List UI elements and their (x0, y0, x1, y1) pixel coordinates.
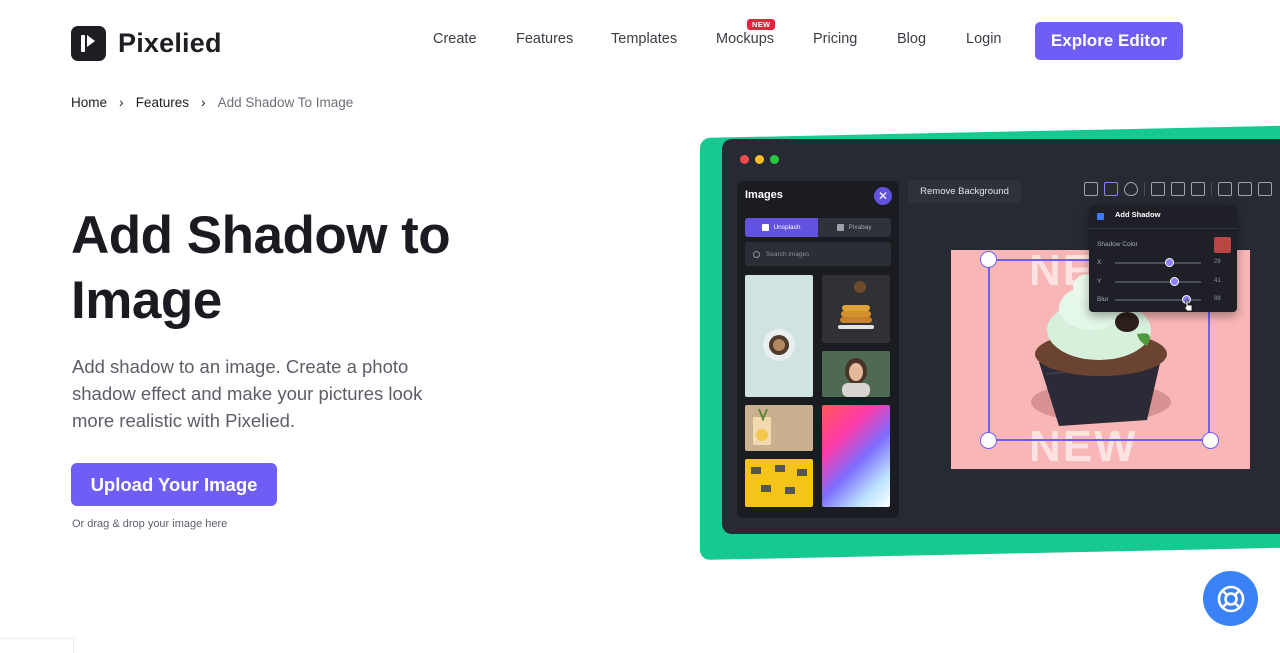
add-shadow-checkbox[interactable] (1097, 213, 1104, 220)
nav-pricing[interactable]: Pricing (813, 31, 857, 47)
panel-divider (1089, 228, 1237, 229)
search-icon (753, 250, 760, 258)
slider-x-knob[interactable] (1164, 258, 1174, 267)
pointer-cursor-icon (1183, 299, 1193, 312)
tab-unsplash[interactable]: Unsplash (745, 218, 818, 237)
slider-x-value: 28 (1214, 259, 1221, 265)
hero-description: Add shadow to an image. Create a photo s… (72, 356, 423, 431)
slider-y-value: 41 (1214, 278, 1221, 284)
remove-background-button[interactable]: Remove Background (908, 180, 1021, 203)
nav-features[interactable]: Features (516, 31, 573, 47)
editor-toolbar (1084, 182, 1272, 196)
drag-drop-hint: Or drag & drop your image here (72, 518, 228, 530)
chevron-right-icon: › (119, 94, 124, 110)
resize-handle-top-left[interactable] (980, 251, 997, 268)
shadow-icon[interactable] (1104, 182, 1118, 196)
coffee-photo (763, 329, 795, 361)
close-icon[interactable]: ✕ (874, 187, 892, 205)
slider-x-track[interactable] (1115, 262, 1201, 264)
pixabay-icon (837, 224, 845, 231)
image-thumbnail[interactable] (745, 275, 813, 397)
lock-icon[interactable] (1218, 182, 1232, 196)
layers-icon[interactable] (1171, 182, 1185, 196)
trash-icon[interactable] (1258, 182, 1272, 196)
unsplash-icon (762, 224, 770, 231)
lifebuoy-icon (1217, 585, 1244, 612)
align-icon[interactable] (1151, 182, 1165, 196)
upload-image-button[interactable]: Upload Your Image (71, 463, 277, 506)
minimize-dot-icon (755, 155, 764, 164)
toolbar-divider (1144, 182, 1145, 196)
add-shadow-label: Add Shadow (1115, 210, 1161, 219)
window-controls (740, 155, 779, 164)
slider-blur-label: Blur (1097, 296, 1109, 303)
shadow-color-label: Shadow Color (1097, 241, 1138, 248)
duplicate-icon[interactable] (1238, 182, 1252, 196)
breadcrumb-features[interactable]: Features (136, 95, 189, 110)
resize-handle-bottom-right[interactable] (1202, 432, 1219, 449)
image-thumbnail[interactable] (745, 459, 813, 507)
editor-mockup: Images ✕ Unsplash Pixabay Search images (722, 139, 1280, 534)
image-thumbnail[interactable] (745, 405, 813, 451)
resize-handle-bottom-left[interactable] (980, 432, 997, 449)
nav-blog[interactable]: Blog (897, 31, 926, 47)
pancakes-photo (838, 281, 874, 329)
chevron-right-icon: › (200, 94, 206, 110)
corner-widget (0, 638, 74, 653)
cocktail-photo (753, 408, 771, 445)
nav-login[interactable]: Login (966, 31, 1001, 47)
breadcrumb: Home › Features › Add Shadow To Image (71, 94, 353, 110)
image-thumbnail[interactable] (822, 351, 890, 397)
images-panel: Images ✕ Unsplash Pixabay Search images (737, 181, 899, 518)
nav-mockups[interactable]: Mockups (716, 31, 774, 47)
new-badge: NEW (747, 19, 776, 30)
images-panel-title: Images (745, 189, 783, 201)
breadcrumb-home[interactable]: Home (71, 95, 107, 110)
slider-blur-value: 88 (1214, 296, 1221, 302)
shadow-settings-panel: Add Shadow Shadow Color X 28 Y 41 Blur 8… (1089, 205, 1237, 312)
slider-y-track[interactable] (1115, 281, 1201, 283)
image-search-input[interactable]: Search images (745, 242, 891, 266)
crop-icon[interactable] (1084, 182, 1098, 196)
tab-unsplash-label: Unsplash (773, 224, 801, 231)
yellow-pattern-photo (751, 465, 807, 494)
image-search-placeholder: Search images (766, 250, 810, 258)
slider-y-knob[interactable] (1169, 277, 1179, 286)
slider-y-label: Y (1097, 278, 1102, 285)
tab-pixabay-label: Pixabay (848, 224, 872, 231)
nav-templates[interactable]: Templates (611, 31, 677, 47)
opacity-icon[interactable] (1124, 182, 1138, 196)
toolbar-divider (1211, 182, 1212, 196)
maximize-dot-icon (770, 155, 779, 164)
page-title: Add Shadow to Image (71, 206, 451, 330)
tab-pixabay[interactable]: Pixabay (818, 218, 891, 237)
flip-icon[interactable] (1191, 182, 1205, 196)
help-button[interactable] (1203, 571, 1258, 626)
site-header: Pixelied Create Features Templates Mocku… (0, 0, 1280, 82)
image-source-tabs: Unsplash Pixabay (745, 218, 891, 237)
explore-editor-button[interactable]: Explore Editor (1035, 22, 1183, 60)
image-thumbnail[interactable] (822, 405, 890, 507)
nav-create[interactable]: Create (433, 31, 477, 47)
woman-portrait-photo (842, 358, 870, 397)
close-dot-icon (740, 155, 749, 164)
shadow-color-swatch[interactable] (1214, 237, 1231, 253)
breadcrumb-current: Add Shadow To Image (217, 94, 354, 110)
slider-x-label: X (1097, 259, 1102, 266)
image-thumbnail[interactable] (822, 275, 890, 343)
